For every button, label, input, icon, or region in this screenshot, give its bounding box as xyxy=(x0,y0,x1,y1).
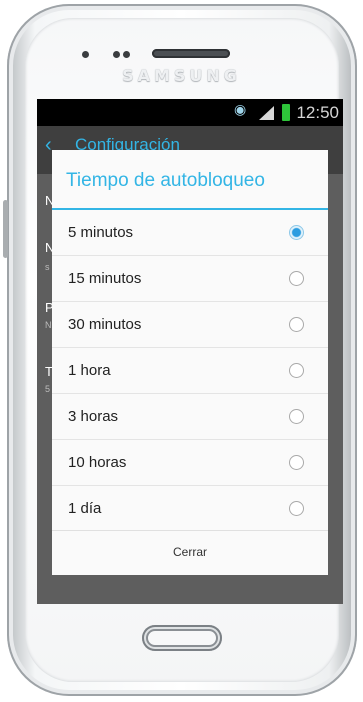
radio-icon[interactable] xyxy=(289,501,304,516)
radio-icon[interactable] xyxy=(289,409,304,424)
sensor-dot-icon xyxy=(123,51,130,58)
option-30-minutos[interactable]: 30 minutos xyxy=(52,302,328,348)
radio-icon[interactable] xyxy=(289,363,304,378)
screen: ◉ 12:50 ‹ Configuración N N s P N T 5 Ti… xyxy=(37,99,343,604)
wifi-icon: ◉ xyxy=(234,101,247,117)
setting-subtitle: s xyxy=(45,262,50,272)
radio-icon[interactable] xyxy=(289,455,304,470)
setting-subtitle: 5 xyxy=(45,384,51,394)
option-10-horas[interactable]: 10 horas xyxy=(52,440,328,486)
option-label: 30 minutos xyxy=(68,316,142,333)
option-label: 10 horas xyxy=(68,454,127,471)
front-camera-icon xyxy=(82,51,89,58)
close-button-label: Cerrar xyxy=(172,545,207,559)
home-button[interactable] xyxy=(142,625,222,651)
signal-icon xyxy=(259,106,274,120)
status-bar: ◉ 12:50 xyxy=(37,99,343,126)
option-1-dia[interactable]: 1 día xyxy=(52,486,328,531)
volume-button xyxy=(3,200,8,258)
sensor-dot-icon xyxy=(113,51,120,58)
option-label: 15 minutos xyxy=(68,270,142,287)
autolock-dialog: Tiempo de autobloqueo 5 minutos 15 minut… xyxy=(52,150,328,575)
option-label: 5 minutos xyxy=(68,224,134,241)
option-15-minutos[interactable]: 15 minutos xyxy=(52,256,328,302)
option-label: 1 día xyxy=(68,500,102,517)
radio-selected-icon[interactable] xyxy=(289,225,304,240)
radio-icon[interactable] xyxy=(289,271,304,286)
dialog-header: Tiempo de autobloqueo xyxy=(52,150,328,210)
brand-logo: SAMSUNG xyxy=(122,66,241,85)
option-label: 1 hora xyxy=(68,362,111,379)
option-1-hora[interactable]: 1 hora xyxy=(52,348,328,394)
option-5-minutos[interactable]: 5 minutos xyxy=(52,210,328,256)
status-time: 12:50 xyxy=(296,103,339,122)
dialog-title: Tiempo de autobloqueo xyxy=(66,170,265,191)
setting-subtitle: N xyxy=(45,320,52,330)
option-3-horas[interactable]: 3 horas xyxy=(52,394,328,440)
earpiece-speaker xyxy=(152,49,230,58)
radio-icon[interactable] xyxy=(289,317,304,332)
battery-icon xyxy=(282,104,290,121)
close-button[interactable]: Cerrar xyxy=(52,530,328,575)
back-icon[interactable]: ‹ xyxy=(45,134,52,157)
option-label: 3 horas xyxy=(68,408,119,425)
